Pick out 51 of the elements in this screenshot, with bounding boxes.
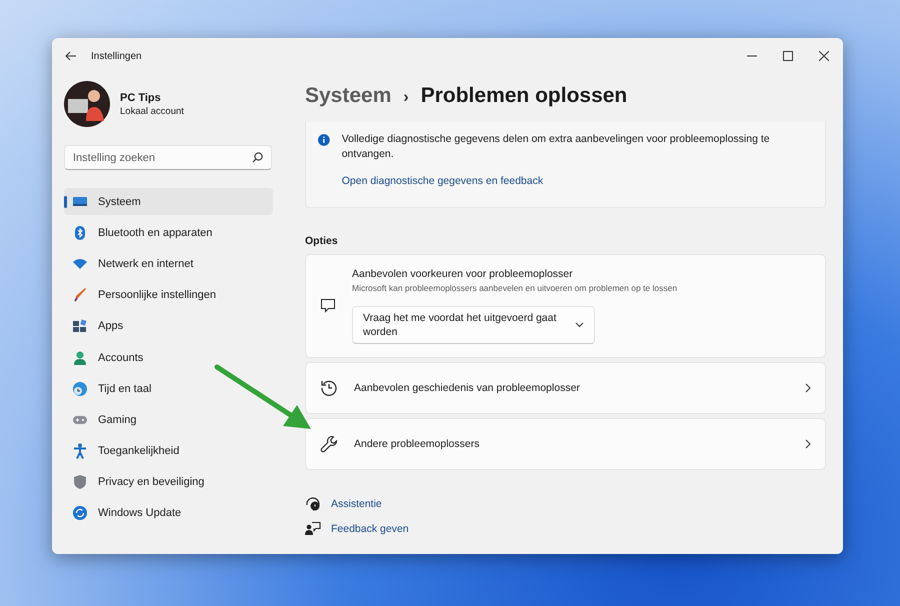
brush-icon (72, 287, 88, 304)
section-title: Opties (305, 235, 339, 247)
sidebar-item[interactable]: Apps (64, 312, 273, 340)
footer-link[interactable]: Feedback geven (331, 523, 409, 535)
setting-title: Aanbevolen voorkeuren voor probleemoplosser (352, 268, 574, 280)
account-name: PC Tips (120, 92, 162, 104)
accessibility-icon (72, 443, 88, 460)
sidebar-item[interactable]: Toegankelijkheid (64, 438, 273, 465)
sidebar-item[interactable]: Gaming (64, 406, 273, 434)
diagnostics-link[interactable]: Open diagnostische gegevens en feedback (342, 175, 544, 187)
info-icon (318, 134, 330, 146)
avatar-drawing (64, 81, 110, 127)
globe-clock-icon (72, 380, 88, 397)
sidebar-item[interactable]: Netwerk en internet (64, 250, 273, 278)
bluetooth-icon (72, 224, 88, 241)
shield-icon (72, 474, 88, 490)
settings-card[interactable]: Andere probleemoplossers (305, 418, 826, 470)
maximize-icon (783, 51, 793, 61)
page-title: Problemen oplossen (420, 84, 628, 108)
chevron-right-icon (805, 383, 811, 393)
dropdown[interactable]: Vraag het me voordat het uitgevoerd gaat worden (352, 306, 595, 344)
search-field[interactable]: Instelling zoeken (64, 145, 272, 170)
help-icon (305, 496, 321, 512)
sidebar-item[interactable]: Persoonlijke instellingen (64, 282, 273, 309)
sidebar-item[interactable]: Windows Update (64, 500, 273, 528)
search-icon (252, 152, 263, 163)
selection-indicator (64, 196, 67, 208)
footer-link[interactable]: Assistentie (331, 498, 382, 510)
window-title: Instellingen (91, 50, 142, 62)
sidebar-item[interactable]: Tijd en taal (64, 375, 273, 402)
sidebar-item[interactable]: Systeem (64, 188, 273, 216)
account-type: Lokaal account (120, 106, 184, 116)
close-icon (819, 51, 829, 61)
settings-card[interactable]: Aanbevolen geschiedenis van probleemoplosser (305, 362, 826, 414)
sidebar-item[interactable]: Bluetooth en apparaten (64, 219, 273, 246)
apps-icon (72, 318, 88, 334)
breadcrumb-link[interactable]: Systeem (305, 84, 392, 108)
person-icon (72, 350, 88, 366)
info-text: Volledige diagnostische gegevens delen om extra aanbevelingen voor probleemoplossing te ontvangen. (342, 132, 771, 162)
sidebar-item[interactable]: Accounts (64, 344, 273, 372)
refresh-icon (72, 505, 88, 522)
sidebar-item[interactable]: Privacy en beveiliging (64, 468, 273, 496)
breadcrumb-separator: › (403, 89, 409, 107)
history-icon (320, 379, 338, 397)
back-arrow-icon (65, 51, 77, 61)
setting-description: Microsoft kan probleemoplossers aanbevelen en uitvoeren om problemen op te lossen (352, 283, 678, 293)
speech-bubble-icon (320, 298, 336, 314)
feedback-icon (305, 521, 321, 537)
chevron-right-icon (805, 439, 811, 449)
wrench-icon (320, 435, 338, 453)
chevron-down-icon (575, 322, 584, 328)
